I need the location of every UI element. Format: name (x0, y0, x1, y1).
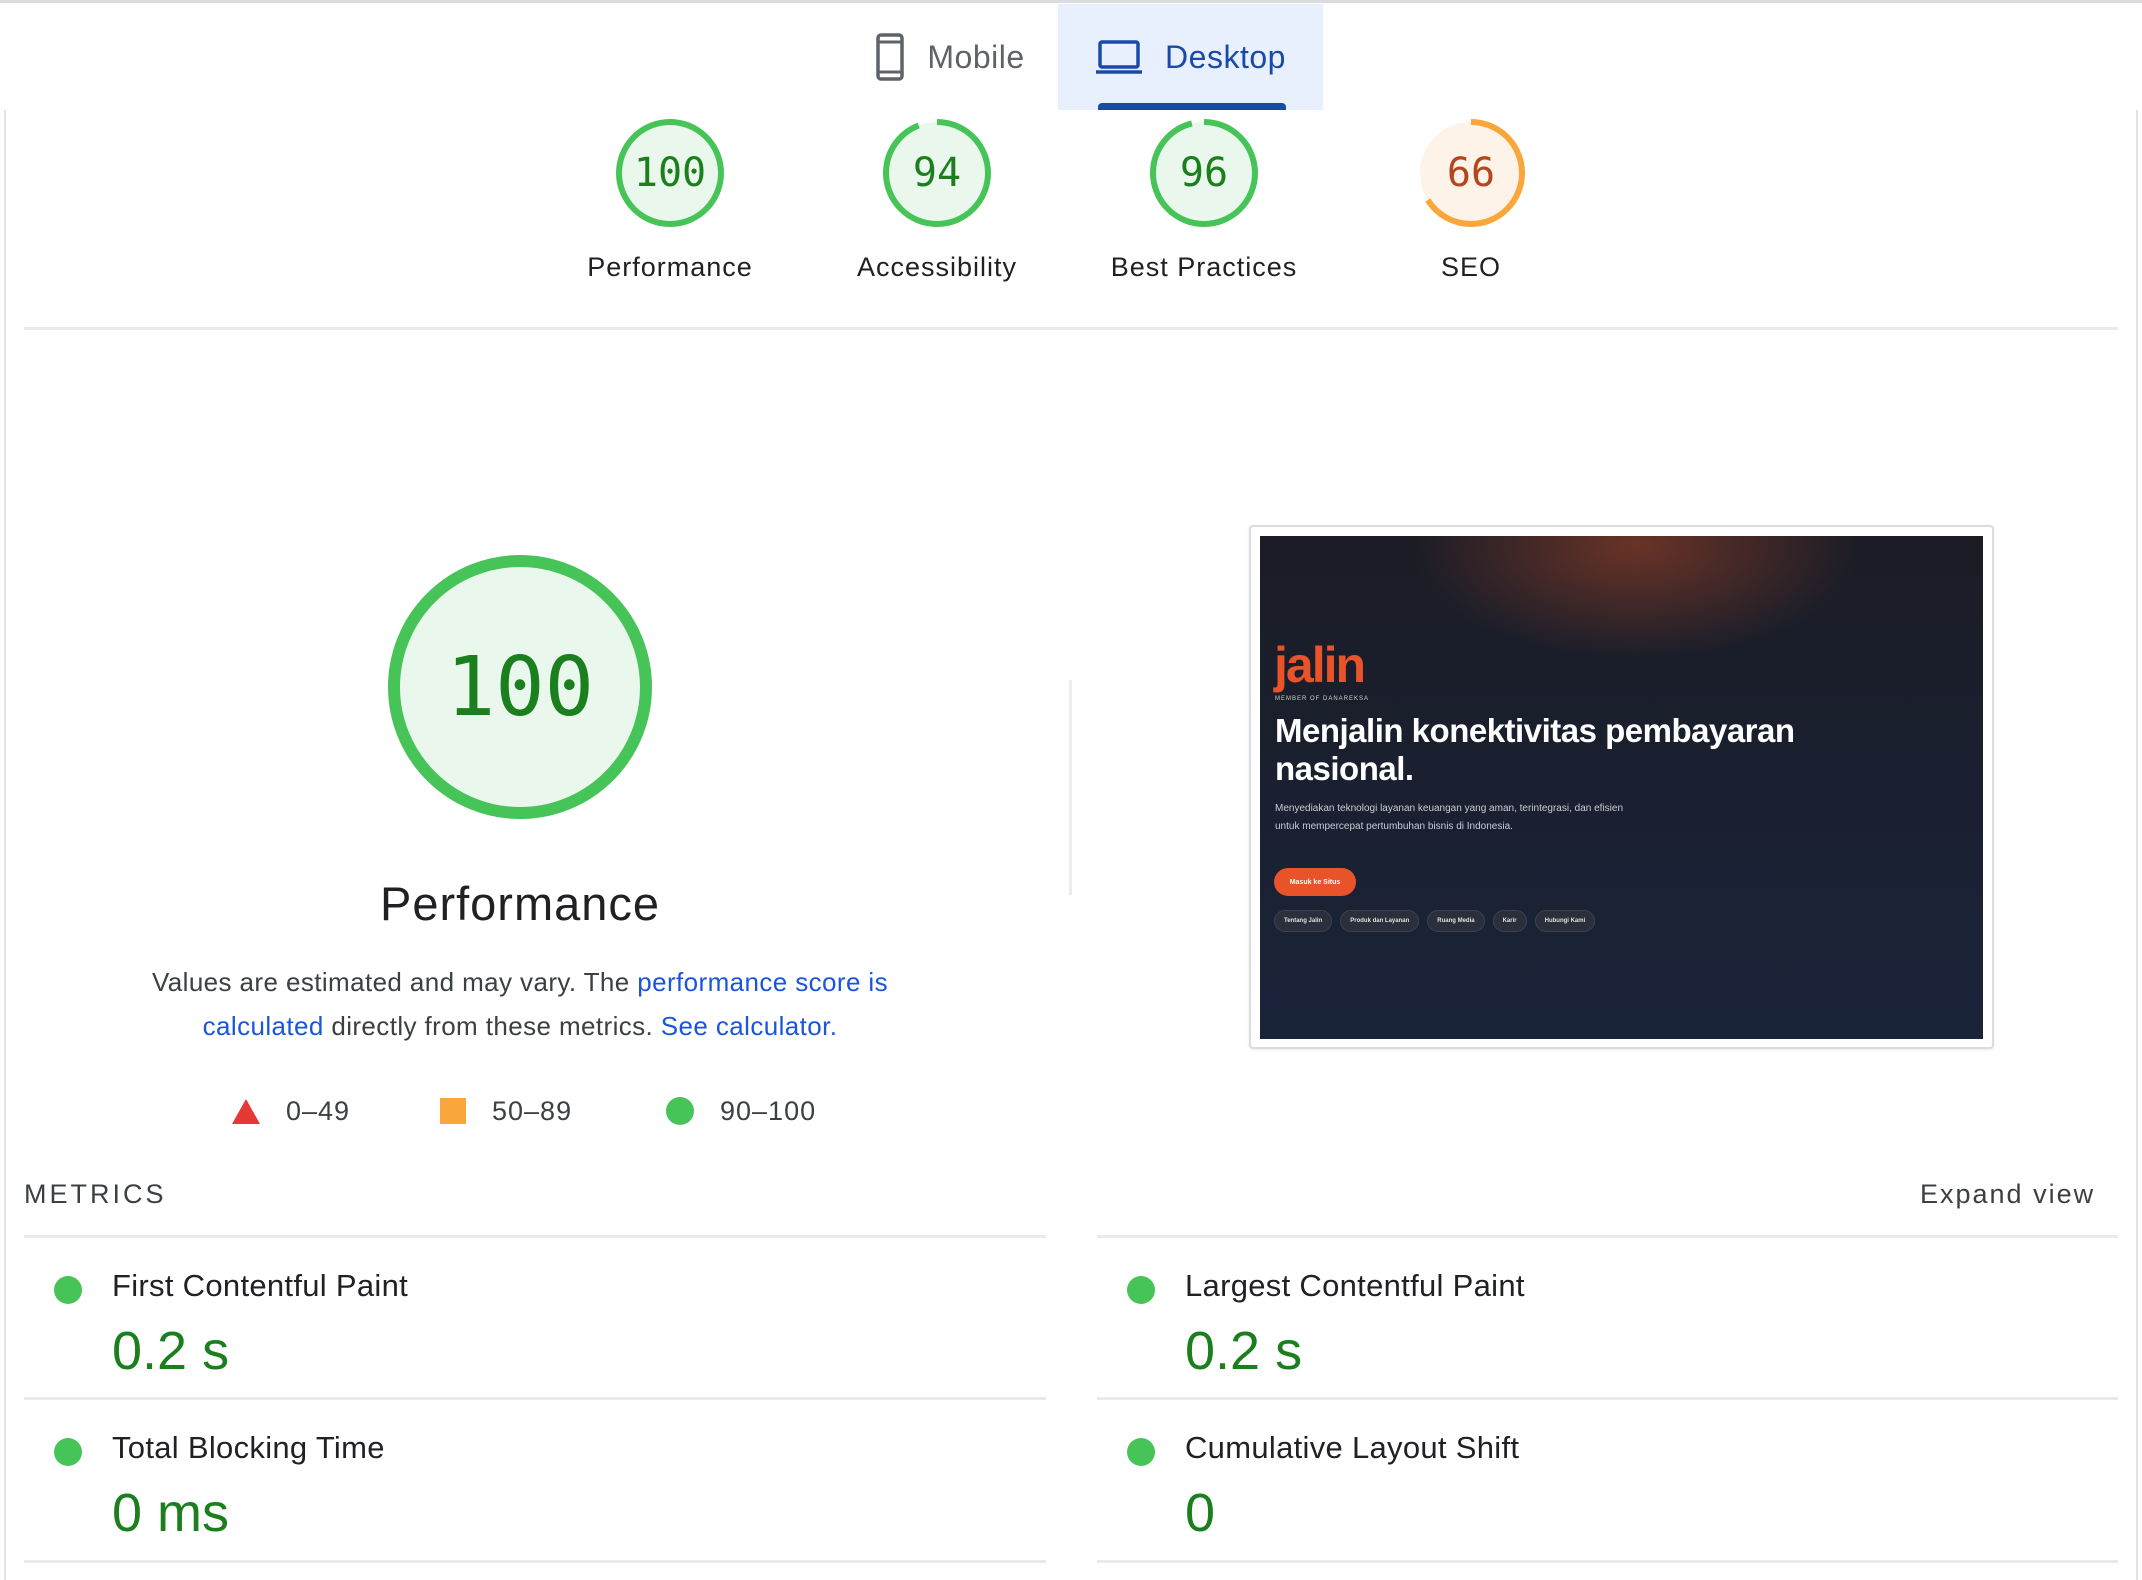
metric-name: Largest Contentful Paint (1185, 1268, 1525, 1303)
metric-value: 0 ms (112, 1483, 230, 1543)
metrics-divider (1097, 1235, 2118, 1238)
performance-title: Performance (379, 877, 661, 930)
legend-range: 0–49 (286, 1095, 351, 1126)
pass-circle-icon (54, 1276, 82, 1304)
metrics-divider (24, 1235, 1046, 1238)
frame-right-border (2136, 110, 2138, 1580)
metric-cumulative-layout-shift[interactable]: Cumulative Layout Shift 0 (1097, 1402, 2097, 1562)
metrics-divider (1097, 1560, 2118, 1563)
preview-pill: Hubungi Kami (1534, 910, 1596, 932)
metric-name: First Contentful Paint (112, 1268, 409, 1303)
gauge-performance[interactable]: 100 Performance (550, 118, 790, 298)
gauge-seo[interactable]: 66 SEO (1351, 118, 1591, 298)
pass-circle-icon (1127, 1438, 1155, 1466)
gauge-ring: 94 (882, 118, 992, 228)
gauge-score: 100 (633, 150, 707, 196)
laptop-icon (1096, 40, 1143, 74)
preview-logo: jalin (1274, 637, 1366, 693)
legend-average: 50–89 (440, 1091, 572, 1131)
metrics-divider (24, 1560, 1046, 1563)
preview-pill: Tentang Jalin (1274, 910, 1333, 932)
performance-description: Values are estimated and may vary. The p… (110, 960, 930, 1048)
legend-fail: 0–49 (232, 1091, 350, 1131)
metrics-heading: METRICS (24, 1179, 167, 1209)
pass-circle-icon (666, 1097, 694, 1125)
tab-mobile[interactable]: Mobile (840, 4, 1060, 110)
gauge-score: 66 (1446, 150, 1496, 196)
tab-desktop[interactable]: Desktop (1058, 4, 1323, 110)
gauge-score: 94 (912, 150, 962, 196)
metric-first-contentful-paint[interactable]: First Contentful Paint 0.2 s (24, 1240, 1024, 1400)
final-screenshot[interactable]: jalin MEMBER OF DANAREKSA Menjalin konek… (1249, 525, 1994, 1049)
gauge-ring: 96 (1149, 118, 1259, 228)
desc-text: directly from these metrics. (323, 1011, 661, 1041)
metric-value: 0.2 s (112, 1321, 230, 1381)
preview-nav-pills: Tentang Jalin Produk dan Layanan Ruang M… (1274, 910, 1596, 932)
frame-left-border (4, 110, 6, 1580)
pass-circle-icon (54, 1438, 82, 1466)
gauge-ring: 100 (615, 118, 725, 228)
metrics-divider (1097, 1397, 2118, 1400)
gauge-label: SEO (1440, 252, 1502, 282)
legend-range: 50–89 (492, 1095, 573, 1126)
see-calculator-link[interactable]: See calculator. (661, 1011, 838, 1041)
metric-name: Cumulative Layout Shift (1185, 1430, 1520, 1465)
gauge-ring: 66 (1416, 118, 1526, 228)
pass-circle-icon (1127, 1276, 1155, 1304)
phone-icon (876, 33, 905, 81)
metric-total-blocking-time[interactable]: Total Blocking Time 0 ms (24, 1402, 1024, 1562)
performance-gauge-large: 100 (385, 552, 655, 822)
metrics-divider (24, 1397, 1046, 1400)
metric-value: 0 (1185, 1483, 1216, 1543)
metric-largest-contentful-paint[interactable]: Largest Contentful Paint 0.2 s (1097, 1240, 2097, 1400)
screenshot-image: jalin MEMBER OF DANAREKSA Menjalin konek… (1260, 536, 1983, 1039)
legend-pass: 90–100 (666, 1091, 816, 1131)
gauge-label: Best Practices (1110, 252, 1298, 282)
tab-desktop-label: Desktop (1165, 38, 1286, 75)
lighthouse-report: Mobile Desktop 100 Performance 94 Access… (0, 0, 2142, 1580)
preview-pill: Produk dan Layanan (1340, 910, 1420, 932)
metric-value: 0.2 s (1185, 1321, 1303, 1381)
frame-top-border (0, 0, 2142, 3)
preview-subtitle: MEMBER OF DANAREKSA (1275, 696, 1370, 702)
desc-text: Values are estimated and may vary. The (151, 967, 638, 997)
average-square-icon (440, 1098, 466, 1124)
preview-cta-button: Masuk ke Situs (1274, 868, 1356, 896)
legend-range: 90–100 (720, 1095, 817, 1126)
preview-pill: Ruang Media (1427, 910, 1485, 932)
gauge-accessibility[interactable]: 94 Accessibility (817, 118, 1057, 298)
preview-headline: Menjalin konektivitas pembayaran nasiona… (1275, 712, 1795, 787)
fail-triangle-icon (232, 1098, 260, 1124)
metric-name: Total Blocking Time (112, 1430, 385, 1465)
vertical-divider (1069, 680, 1072, 895)
preview-body: Menyediakan teknologi layanan keuangan y… (1275, 803, 1624, 832)
section-divider (24, 327, 2118, 330)
gauge-label: Accessibility (856, 252, 1018, 282)
preview-pill: Karir (1492, 910, 1527, 932)
gauge-score: 96 (1179, 150, 1229, 196)
expand-view-button[interactable]: Expand view (1920, 1179, 2095, 1210)
tab-active-indicator (1098, 103, 1286, 110)
gauge-best-practices[interactable]: 96 Best Practices (1084, 118, 1324, 298)
tab-mobile-label: Mobile (927, 38, 1025, 75)
performance-score-large: 100 (445, 639, 595, 735)
gauge-label: Performance (587, 252, 753, 282)
